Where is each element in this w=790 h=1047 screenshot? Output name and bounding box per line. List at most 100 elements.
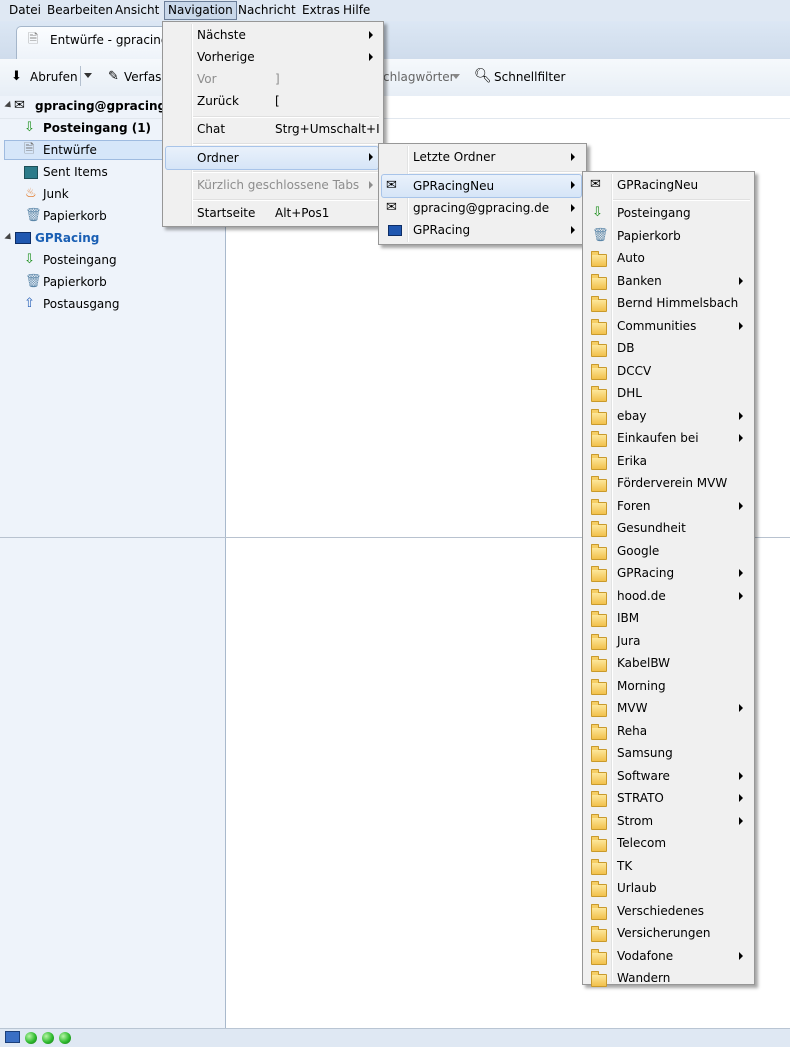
folder-menu-item[interactable]: Communities	[585, 315, 750, 337]
folder-menu-item[interactable]: Bernd Himmelsbach	[585, 292, 750, 314]
network-icon[interactable]	[5, 1031, 20, 1043]
folder-menu-item[interactable]: Einkaufen bei	[585, 427, 750, 449]
folder-menu-item[interactable]: Erika	[585, 450, 750, 472]
menu-item-ordner[interactable]: Ordner	[165, 146, 379, 170]
menu-item-label: Papierkorb	[617, 228, 681, 243]
folder-menu-item[interactable]: ⇩ Posteingang	[585, 202, 750, 224]
menu-separator	[409, 171, 582, 173]
menu-item-zurueck[interactable]: Zurück [	[165, 90, 379, 112]
folder-menu-item[interactable]: Gesundheit	[585, 517, 750, 539]
menu-navigation[interactable]: Navigation	[164, 1, 237, 20]
menu-item-label: Verschiedenes	[617, 903, 705, 918]
folder-icon	[591, 566, 607, 582]
submenu-arrow-icon	[739, 951, 743, 960]
menu-item-vor[interactable]: Vor ]	[165, 68, 379, 90]
folder-menu-item[interactable]: Reha	[585, 720, 750, 742]
submenu-arrow-icon	[739, 591, 743, 600]
submenu-arrow-icon	[739, 704, 743, 712]
outbox-icon: ⇧	[24, 296, 35, 311]
fetch-button[interactable]: Abrufen	[30, 68, 78, 86]
folder-menu-item[interactable]: Verschiedenes	[585, 900, 750, 922]
submenu-arrow-icon	[369, 53, 373, 61]
folder-icon	[591, 296, 607, 312]
folder-icon	[591, 588, 607, 605]
folder-menu-item[interactable]: Google	[585, 540, 750, 562]
folder-menu-item[interactable]: Urlaub	[585, 877, 750, 899]
menu-extras[interactable]: Extras	[299, 2, 343, 19]
account-gpracing-local[interactable]: GPRacing	[35, 228, 99, 248]
menu-item-gpracing-local[interactable]: GPRacing	[381, 219, 582, 241]
folder-menu-item[interactable]: Samsung	[585, 742, 750, 764]
menu-item-label: Kürzlich geschlossene Tabs	[197, 178, 360, 192]
folder-menu-item[interactable]: Versicherungen	[585, 922, 750, 944]
folder-menu-item[interactable]: IBM	[585, 607, 750, 629]
menu-ansicht[interactable]: Ansicht	[112, 2, 162, 19]
folder-entwuerfe[interactable]: Entwürfe	[43, 140, 97, 160]
submenu-arrow-icon	[571, 226, 575, 234]
folder-menu-item[interactable]: TK	[585, 855, 750, 877]
folder-menu-item[interactable]: Software	[585, 765, 750, 787]
folder-menu-item[interactable]: Förderverein MVW	[585, 472, 750, 494]
menu-item-letzte-ordner[interactable]: Letzte Ordner	[381, 146, 582, 168]
folder-menu-item[interactable]: DHL	[585, 382, 750, 404]
mail-account-icon: ✉	[14, 98, 25, 113]
folder-menu-item[interactable]: STRATO	[585, 787, 750, 809]
menu-item-label: Posteingang	[617, 206, 691, 220]
folder-papierkorb[interactable]: Papierkorb	[43, 206, 107, 226]
menu-item-label: Telecom	[617, 836, 667, 850]
folder-menu-item[interactable]: DCCV	[585, 360, 750, 382]
menu-item-label: Strom	[617, 813, 654, 828]
chevron-down-icon[interactable]	[452, 74, 460, 79]
folder-menu-item[interactable]: Wandern	[585, 967, 750, 989]
folder-menu-item[interactable]: Strom	[585, 810, 750, 832]
menu-item-gpracing-account[interactable]: ✉ gpracing@gpracing.de	[381, 197, 582, 219]
folder-menu-item[interactable]: Auto	[585, 247, 750, 269]
folder-menu-item[interactable]: hood.de	[585, 585, 750, 607]
menu-item-chat[interactable]: Chat Strg+Umschalt+I	[165, 118, 380, 140]
status-online-icon	[59, 1032, 71, 1044]
folder-icon	[591, 611, 607, 627]
folder-junk[interactable]: Junk	[43, 184, 69, 204]
menu-item-vorherige[interactable]: Vorherige	[165, 46, 379, 68]
submenu-arrow-icon	[369, 181, 373, 189]
submenu-arrow-icon	[571, 204, 575, 212]
folder-menu-item[interactable]: Foren	[585, 495, 750, 517]
folder-menu-item[interactable]: 🗑︎ Papierkorb	[585, 225, 750, 247]
folder-menu-item[interactable]: ebay	[585, 405, 750, 427]
folder-menu-item[interactable]: Morning	[585, 675, 750, 697]
menu-hilfe[interactable]: Hilfe	[340, 2, 373, 19]
folder-menu-item[interactable]: DB	[585, 337, 750, 359]
folder-papierkorb-2[interactable]: Papierkorb	[43, 272, 107, 292]
chevron-down-icon[interactable]	[84, 73, 92, 78]
tags-button[interactable]: chlagwörter	[383, 68, 455, 86]
menu-item-gpracingneu[interactable]: ✉ GPRacingNeu	[381, 174, 582, 198]
menu-datei[interactable]: Datei	[6, 2, 44, 19]
menu-nachricht[interactable]: Nachricht	[235, 2, 299, 19]
folder-postausgang[interactable]: Postausgang	[43, 294, 120, 314]
menu-item-gpracingneu-header[interactable]: ✉ GPRacingNeu	[585, 174, 750, 196]
folder-icon	[591, 521, 607, 537]
folder-menu-item[interactable]: Vodafone	[585, 945, 750, 967]
menu-item-recently-closed-tabs[interactable]: Kürzlich geschlossene Tabs	[165, 174, 379, 196]
menu-item-label: GPRacing	[617, 566, 675, 580]
menu-item-startseite[interactable]: Startseite Alt+Pos1	[165, 202, 379, 224]
folder-sent-items[interactable]: Sent Items	[43, 162, 108, 182]
folder-menu-item[interactable]: Jura	[585, 630, 750, 652]
folder-posteingang-2[interactable]: Posteingang	[43, 250, 117, 270]
folder-menu-item[interactable]: Banken	[585, 270, 750, 292]
menu-item-label: Banken	[617, 273, 662, 288]
tab-label: Entwürfe - gpracing@	[50, 33, 181, 47]
folder-menu-item[interactable]: Telecom	[585, 832, 750, 854]
folder-menu-item[interactable]: KabelBW	[585, 652, 750, 674]
menu-item-naechste[interactable]: Nächste	[165, 24, 379, 46]
folder-posteingang[interactable]: Posteingang (1)	[43, 118, 151, 138]
menu-item-label: GPRacing	[413, 223, 471, 237]
folder-menu-item[interactable]: GPRacing	[585, 562, 750, 584]
menu-item-label: Wandern	[617, 971, 671, 985]
menu-item-label: Zurück	[197, 94, 239, 108]
inbox-icon: ⇩	[24, 252, 35, 267]
quickfilter-button[interactable]: Schnellfilter	[494, 68, 565, 86]
menu-item-label: Bernd Himmelsbach	[617, 296, 739, 310]
folder-menu-item[interactable]: MVW	[585, 697, 750, 719]
menu-bearbeiten[interactable]: Bearbeiten	[44, 2, 116, 19]
